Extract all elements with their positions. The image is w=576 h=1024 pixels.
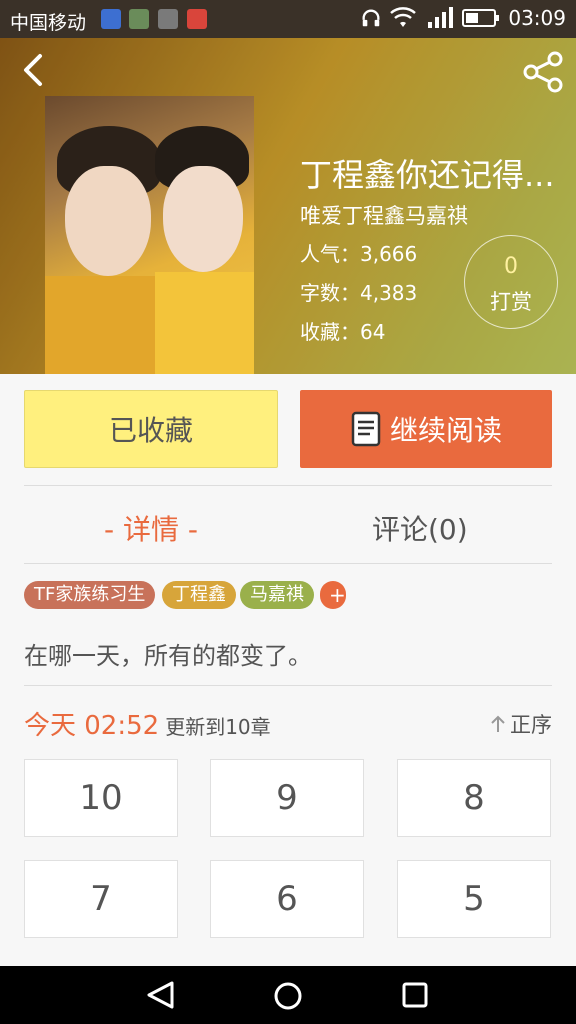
share-icon[interactable] <box>520 50 566 94</box>
battery-icon <box>462 9 500 27</box>
tag-chip[interactable]: 马嘉祺 <box>240 581 314 609</box>
book-title: 丁程鑫你还记得... <box>300 156 555 194</box>
book-cover-image[interactable] <box>45 96 254 374</box>
chapter-button[interactable]: 9 <box>210 759 364 837</box>
chapter-button[interactable]: 10 <box>24 759 178 837</box>
chevron-left-icon[interactable] <box>16 50 52 90</box>
square-recent-icon[interactable] <box>400 980 430 1010</box>
tag-chip[interactable]: TF家族练习生 <box>24 581 156 609</box>
chapter-button[interactable]: 6 <box>210 860 364 938</box>
clock: 03:09 <box>508 6 566 30</box>
add-tag-button[interactable]: + <box>320 581 346 609</box>
favorite-button[interactable]: 已收藏 <box>24 390 278 468</box>
arrow-up-icon <box>491 715 505 732</box>
sort-order-toggle[interactable]: 正序 <box>490 709 552 739</box>
divider <box>24 685 552 686</box>
book-header: 丁程鑫你还记得... 唯爱丁程鑫马嘉祺 人气：3,666 字数：4,383 收藏… <box>0 38 576 374</box>
tab-comments[interactable]: 评论(0) <box>372 508 468 548</box>
update-text: 更新到10章 <box>165 715 271 739</box>
triangle-back-icon[interactable] <box>144 980 176 1010</box>
signal-icon <box>428 7 454 28</box>
chapter-button[interactable]: 8 <box>397 759 551 837</box>
continue-reading-button[interactable]: 继续阅读 <box>300 390 552 468</box>
update-time: 今天 02:52 <box>24 711 160 741</box>
book-icon <box>351 411 381 447</box>
divider <box>24 563 552 564</box>
favorites-stat: 收藏：64 <box>300 320 386 344</box>
continue-reading-label: 继续阅读 <box>389 414 502 447</box>
sort-order-label: 正序 <box>510 713 552 737</box>
chapter-button[interactable]: 5 <box>397 860 551 938</box>
cover-figure-right-shirt <box>155 272 254 374</box>
update-info: 今天 02:52 更新到10章 <box>24 705 271 742</box>
tip-label: 打赏 <box>490 290 532 314</box>
word-count-stat: 字数：4,383 <box>300 281 418 305</box>
tab-details[interactable]: - 详情 - <box>104 508 198 548</box>
app-notification-icon <box>129 9 149 29</box>
tip-button[interactable]: 0 打赏 <box>464 235 558 329</box>
baidu-notification-icon <box>101 9 121 29</box>
status-bar: 中国移动 03:09 <box>0 0 576 38</box>
record-notification-icon <box>187 9 207 29</box>
cover-figure-left-face <box>65 166 151 276</box>
book-description: 在哪一天，所有的都变了。 <box>24 642 312 670</box>
divider <box>24 485 552 486</box>
chapter-button[interactable]: 7 <box>24 860 178 938</box>
favorite-button-label: 已收藏 <box>108 414 193 447</box>
carrier-name: 中国移动 <box>10 12 87 34</box>
tip-count: 0 <box>504 254 518 279</box>
gallery-notification-icon <box>158 9 178 29</box>
book-author[interactable]: 唯爱丁程鑫马嘉祺 <box>300 200 468 230</box>
circle-home-icon[interactable] <box>272 980 304 1012</box>
cover-figure-right-face <box>163 166 243 272</box>
tag-chip[interactable]: 丁程鑫 <box>162 581 236 609</box>
system-navigation-bar <box>0 966 576 1024</box>
headphone-icon <box>362 9 380 27</box>
popularity-stat: 人气：3,666 <box>300 242 418 266</box>
wifi-icon <box>390 7 417 27</box>
cover-figure-left-shirt <box>45 276 165 374</box>
